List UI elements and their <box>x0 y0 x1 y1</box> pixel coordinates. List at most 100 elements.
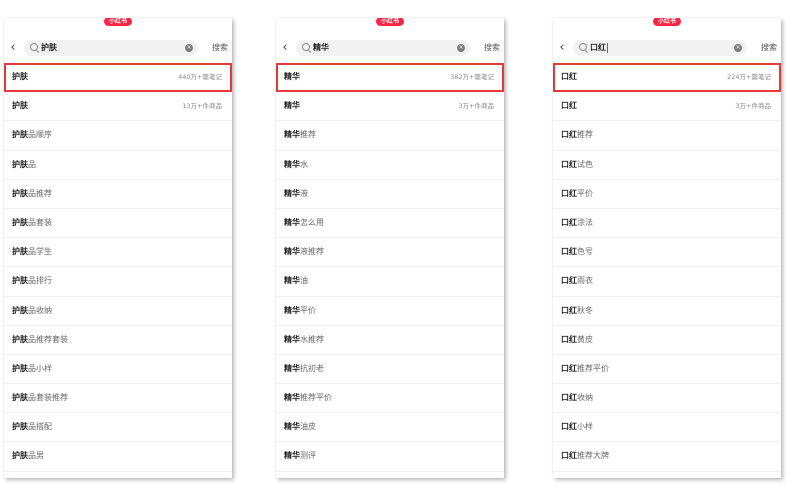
clear-icon[interactable]: × <box>734 44 742 52</box>
suggestion-suffix: 雨衣 <box>577 276 593 286</box>
suggestion-item[interactable]: 口红推荐大牌 <box>553 442 781 472</box>
suggestion-keyword: 精华 <box>284 101 300 111</box>
suggestion-keyword: 精华 <box>284 159 300 169</box>
suggestion-item[interactable]: 护肤品顺序 <box>4 121 232 151</box>
suggestion-keyword: 口红 <box>561 393 577 403</box>
suggestion-item[interactable]: 口红 224万+篇笔记 <box>553 63 781 93</box>
suggestion-label: 口红推荐大牌 <box>561 442 609 470</box>
suggestion-item[interactable]: 护肤品学生 <box>4 238 232 268</box>
search-query: 精华 <box>313 43 329 52</box>
suggestion-keyword: 精华 <box>284 451 300 461</box>
suggestion-suffix: 推荐 <box>577 130 593 140</box>
search-box[interactable]: 护肤 × <box>24 40 198 56</box>
suggestion-item[interactable]: 精华油 <box>276 267 504 297</box>
suggestion-item[interactable]: 护肤品搭配 <box>4 413 232 443</box>
suggestion-item[interactable]: 口红试色 <box>553 151 781 180</box>
search-button[interactable]: 搜索 <box>484 38 500 58</box>
suggestion-item[interactable]: 口红平价 <box>553 180 781 209</box>
suggestion-keyword: 精华 <box>284 334 300 344</box>
search-input[interactable]: 精华 <box>313 40 448 56</box>
suggestion-item[interactable]: 精华油皮 <box>276 413 504 443</box>
suggestion-item[interactable]: 口红收纳 <box>553 384 781 414</box>
search-header: ‹ 精华 × 搜索 <box>276 38 504 58</box>
suggestion-suffix: 品收纳 <box>28 305 52 315</box>
suggestion-item[interactable]: 护肤 13万+件商品 <box>4 92 232 122</box>
suggestion-item[interactable]: 精华水推荐 <box>276 326 504 355</box>
suggestion-item[interactable]: 精华平价 <box>276 297 504 326</box>
suggestion-count: 13万+件商品 <box>182 102 222 111</box>
suggestion-item[interactable]: 口红推荐 <box>553 121 781 151</box>
suggestion-suffix: 品套装 <box>28 217 52 227</box>
suggestion-item[interactable]: 精华水 <box>276 151 504 180</box>
suggestion-item[interactable]: 护肤 440万+篇笔记 <box>4 63 232 93</box>
suggestion-item[interactable]: 精华怎么用 <box>276 209 504 239</box>
suggestion-suffix: 测评 <box>300 451 316 461</box>
search-button[interactable]: 搜索 <box>761 38 777 58</box>
suggestion-label: 护肤品套装推荐 <box>12 384 68 412</box>
suggestion-label: 护肤品排行 <box>12 267 52 295</box>
suggestion-item[interactable]: 口红小样 <box>553 413 781 443</box>
suggestion-label: 护肤品顺序 <box>12 121 52 149</box>
suggestion-item[interactable]: 精华液推荐 <box>276 238 504 268</box>
suggestion-keyword: 精华 <box>284 363 300 373</box>
suggestion-item[interactable]: 口红 3万+件商品 <box>553 92 781 122</box>
suggestion-item[interactable]: 口红推荐平价 <box>553 355 781 385</box>
search-panel-skincare: 小红书 ‹ 护肤 × 搜索 护肤 440万+篇笔记 护肤 13万+件商品 护肤品顺序 护肤品 护肤品推… <box>4 18 232 478</box>
suggestion-item[interactable]: 精华液 <box>276 180 504 209</box>
suggestion-keyword: 护肤 <box>12 130 28 140</box>
suggestion-item[interactable]: 护肤品套装 <box>4 209 232 239</box>
search-box[interactable]: 精华 × <box>296 40 470 56</box>
suggestion-keyword: 口红 <box>561 363 577 373</box>
suggestion-keyword: 精华 <box>284 305 300 315</box>
suggestion-keyword: 护肤 <box>12 72 28 81</box>
back-button[interactable]: ‹ <box>6 40 20 56</box>
app-logo: 小红书 <box>103 18 133 26</box>
suggestion-label: 护肤品学生 <box>12 238 52 266</box>
suggestion-label: 口红黄皮 <box>561 326 593 354</box>
suggestion-item[interactable]: 精华 382万+篇笔记 <box>276 63 504 93</box>
search-button[interactable]: 搜索 <box>212 38 228 58</box>
suggestion-item[interactable]: 口红色号 <box>553 238 781 268</box>
suggestion-item[interactable]: 护肤品 <box>4 151 232 180</box>
suggestion-label: 精华平价 <box>284 297 316 325</box>
suggestion-item[interactable]: 护肤品排行 <box>4 267 232 297</box>
suggestion-item[interactable]: 口红秋冬 <box>553 297 781 326</box>
suggestion-item[interactable]: 口红黄皮 <box>553 326 781 355</box>
clear-icon[interactable]: × <box>185 44 193 52</box>
suggestion-item[interactable]: 护肤品推荐 <box>4 180 232 209</box>
suggestion-item[interactable]: 护肤品男 <box>4 442 232 472</box>
suggestion-suffix: 油 <box>300 276 308 286</box>
suggestion-item[interactable]: 精华推荐 <box>276 121 504 151</box>
suggestion-item[interactable]: 精华测评 <box>276 442 504 472</box>
suggestion-item[interactable]: 护肤品推荐套装 <box>4 326 232 355</box>
suggestion-item[interactable]: 护肤品套装推荐 <box>4 384 232 414</box>
suggestion-item[interactable]: 口红涂法 <box>553 209 781 239</box>
suggestion-suffix: 推荐 <box>300 130 316 140</box>
suggestion-count: 382万+篇笔记 <box>450 73 494 81</box>
suggestion-item[interactable]: 护肤品小样 <box>4 355 232 385</box>
suggestion-label: 护肤品搭配 <box>12 413 52 441</box>
suggestion-suffix: 推荐大牌 <box>577 451 609 461</box>
back-button[interactable]: ‹ <box>278 40 292 56</box>
suggestion-item[interactable]: 精华 3万+件商品 <box>276 92 504 122</box>
search-box[interactable]: 口红 × <box>573 40 747 56</box>
suggestion-item[interactable]: 口红雨衣 <box>553 267 781 297</box>
suggestion-label: 精华怎么用 <box>284 209 324 237</box>
suggestion-label: 口红平价 <box>561 180 593 208</box>
suggestion-label: 护肤品套装 <box>12 209 52 237</box>
suggestion-item[interactable]: 精华抗初老 <box>276 355 504 385</box>
search-icon <box>579 43 587 51</box>
search-input[interactable]: 口红 <box>590 40 725 56</box>
suggestion-keyword: 护肤 <box>12 217 28 227</box>
search-query: 口红 <box>590 43 606 52</box>
back-button[interactable]: ‹ <box>555 40 569 56</box>
clear-icon[interactable]: × <box>457 44 465 52</box>
suggestion-label: 护肤品推荐 <box>12 180 52 208</box>
suggestion-suffix: 收纳 <box>577 393 593 403</box>
suggestion-keyword: 口红 <box>561 247 577 257</box>
suggestion-list: 口红 224万+篇笔记 口红 3万+件商品 口红推荐 口红试色 口红平价 口红涂法 口红色号 口红… <box>553 63 781 472</box>
suggestion-item[interactable]: 护肤品收纳 <box>4 297 232 326</box>
suggestion-keyword: 护肤 <box>12 393 28 403</box>
search-input[interactable]: 护肤 <box>41 40 176 56</box>
suggestion-item[interactable]: 精华推荐平价 <box>276 384 504 414</box>
